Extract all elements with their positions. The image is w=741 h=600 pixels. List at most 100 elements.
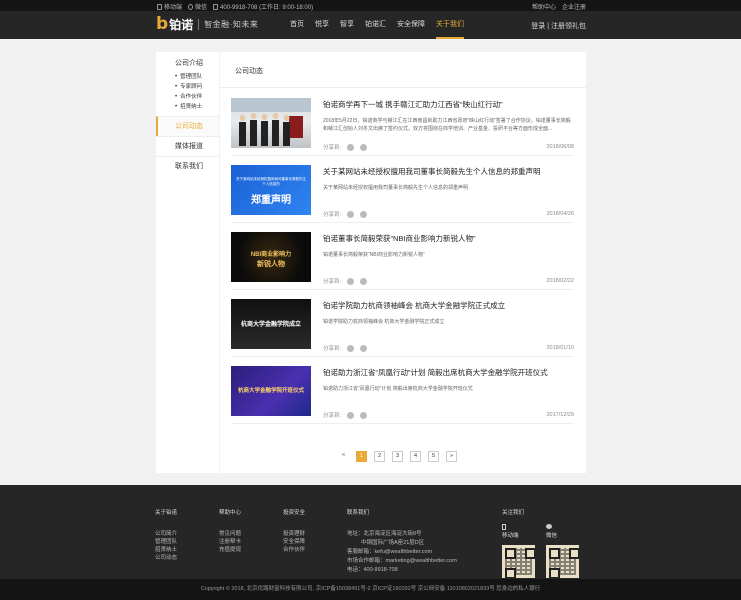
share-row: 分享到: <box>323 344 368 352</box>
qr-wechat-label: 微信 <box>546 524 590 539</box>
footer-link[interactable]: 公司动态 <box>155 554 177 562</box>
news-title[interactable]: 铂诺学院助力杭商领袖峰会 杭商大学金融学院正式成立 <box>323 300 505 311</box>
wechat-link[interactable]: 微信 <box>188 2 207 11</box>
qq-icon[interactable] <box>347 411 355 419</box>
content-panel: 公司动态 铂诺商学再下一城 携手赣江汇助力江西省“映山红行动” 2018年5月2… <box>220 52 586 473</box>
nav-zhixiang[interactable]: 智享 <box>340 11 354 39</box>
news-date: 2018/04/26 <box>546 211 574 217</box>
news-date: 2017/12/29 <box>546 412 574 418</box>
register-link[interactable]: 注册领礼包 <box>551 23 586 30</box>
nav-bonuohui[interactable]: 铂诺汇 <box>365 11 386 39</box>
news-thumbnail[interactable]: NBI商业影响力 新锐人物 <box>231 232 311 282</box>
logo-slogan: 智金融·知未来 <box>204 20 259 29</box>
qq-icon[interactable] <box>347 277 355 285</box>
pagination: « 1 2 3 4 5 » <box>338 451 457 462</box>
news-item: 铂诺商学再下一城 携手赣江汇助力江西省“映山红行动” 2018年5月22日，铂诺… <box>231 89 574 156</box>
weibo-icon[interactable] <box>360 344 368 352</box>
footer-link[interactable]: 招贤纳士 <box>155 546 177 554</box>
news-title[interactable]: 铂诺董事长简毅荣获“NBI商业影响力新锐人物” <box>323 233 476 244</box>
footer-link[interactable]: 安全保障 <box>283 538 305 546</box>
share-row: 分享到: <box>323 411 368 419</box>
sidebar-sub-partners[interactable]: 合作伙伴 <box>175 92 219 102</box>
news-title[interactable]: 铂诺助力浙江省“凤凰行动”计划 简毅出席杭商大学金融学院开班仪式 <box>323 367 548 378</box>
sidebar-item-media[interactable]: 媒体报道 <box>156 136 219 156</box>
footer-link[interactable]: 管理团队 <box>155 538 177 546</box>
enterprise-register-link[interactable]: 企业注册 <box>562 2 586 11</box>
news-desc: 铂诺学院助力杭商领袖峰会 杭商大学金融学院正式成立 <box>323 319 445 325</box>
page-1[interactable]: 1 <box>356 451 367 462</box>
logo[interactable]: b 铂诺 智金融·知未来 <box>156 16 258 33</box>
news-desc: 2018年5月22日，铂诺商学与赣江汇在江西南昌就助力江西省政府“映山红行动”签… <box>323 118 571 132</box>
sidebar-sub-list: 管理团队 专家顾问 合作伙伴 招贤纳士 <box>156 72 219 112</box>
news-title[interactable]: 关于某网站未经授权擅用我司董事长简毅先生个人信息的郑重声明 <box>323 166 541 177</box>
wechat-icon <box>188 4 194 10</box>
page-next[interactable]: » <box>446 451 457 462</box>
news-item: NBI商业影响力 新锐人物 铂诺董事长简毅荣获“NBI商业影响力新锐人物” 铂诺… <box>231 223 574 290</box>
main-nav: 首页 悦享 智享 铂诺汇 安全保障 关于我们 <box>290 11 475 39</box>
footer-about: 关于铂诺 公司简介 管理团队 招贤纳士 公司动态 <box>155 510 178 562</box>
phone-icon <box>213 4 219 10</box>
thumb-caption: 杭商大学金融学院成立 <box>240 322 301 328</box>
mobile-link[interactable]: 移动端 <box>157 2 182 11</box>
footer-link[interactable]: 充值提现 <box>219 546 241 554</box>
weibo-icon[interactable] <box>360 277 368 285</box>
footer-security: 投资安全 投资理财 安全保障 合作伙伴 <box>283 510 306 554</box>
page-5[interactable]: 5 <box>428 451 439 462</box>
news-thumbnail[interactable] <box>231 98 311 148</box>
footer-link[interactable]: 常见问题 <box>219 530 241 538</box>
qr-code-mobile <box>502 545 535 578</box>
news-date: 2018/06/08 <box>546 144 574 150</box>
phone-info: 400-9918-708 (工作日: 9:00-18:00) <box>213 2 313 11</box>
news-desc: 铂诺董事长简毅荣获“NBI商业影响力新锐人物” <box>323 252 425 258</box>
wechat-icon <box>546 524 552 529</box>
nav-yuexiang[interactable]: 悦享 <box>315 11 329 39</box>
thumb-caption: 杭商大学金融学院开班仪式 <box>237 388 304 394</box>
qq-icon[interactable] <box>347 344 355 352</box>
weibo-icon[interactable] <box>360 143 368 151</box>
sidebar-item-company-news[interactable]: 公司动态 <box>156 116 219 136</box>
copyright: Copyright © 2018, 北京优路财富科技有限公司, 京ICP备150… <box>0 579 741 600</box>
news-title[interactable]: 铂诺商学再下一城 携手赣江汇助力江西省“映山红行动” <box>323 99 503 110</box>
qq-icon[interactable] <box>347 210 355 218</box>
logo-divider <box>198 19 200 30</box>
qr-mobile-label: 移动端 <box>502 524 546 539</box>
news-desc: 铂诺助力浙江省“凤凰行动”计划 简毅出席杭商大学金融学院开班仪式 <box>323 386 473 392</box>
page-2[interactable]: 2 <box>374 451 385 462</box>
news-item: 杭商大学金融学院开班仪式 铂诺助力浙江省“凤凰行动”计划 简毅出席杭商大学金融学… <box>231 357 574 424</box>
page-4[interactable]: 4 <box>410 451 421 462</box>
footer-link[interactable]: 公司简介 <box>155 530 177 538</box>
sidebar-sub-management[interactable]: 管理团队 <box>175 72 219 82</box>
nav-about-us[interactable]: 关于我们 <box>436 11 464 39</box>
footer-link[interactable]: 合作伙伴 <box>283 546 305 554</box>
sidebar-sub-careers[interactable]: 招贤纳士 <box>175 102 219 112</box>
thumb-caption: NBI商业影响力 <box>250 252 292 258</box>
news-item: 关于某网站未经授权擅用我司董事长简毅先生个人信息的 郑重声明 关于某网站未经授权… <box>231 156 574 223</box>
page-3[interactable]: 3 <box>392 451 403 462</box>
help-center-link[interactable]: 帮助中心 <box>532 2 556 11</box>
header: b 铂诺 智金融·知未来 首页 悦享 智享 铂诺汇 安全保障 关于我们 登录 |… <box>0 11 741 39</box>
thumb-caption: 关于某网站未经授权擅用我司董事长简毅先生个人信息的 <box>236 177 306 186</box>
news-thumbnail[interactable]: 杭商大学金融学院成立 <box>231 299 311 349</box>
news-date: 2018/02/22 <box>546 278 574 284</box>
share-row: 分享到: <box>323 277 368 285</box>
share-row: 分享到: <box>323 210 368 218</box>
page-prev[interactable]: « <box>338 451 349 462</box>
news-thumbnail[interactable]: 杭商大学金融学院开班仪式 <box>231 366 311 416</box>
topbar: 移动端 微信 400-9918-708 (工作日: 9:00-18:00) 帮助… <box>0 0 741 11</box>
qr-code-wechat <box>546 545 579 578</box>
weibo-icon[interactable] <box>360 411 368 419</box>
auth-links: 登录 | 注册领礼包 <box>531 21 586 31</box>
login-link[interactable]: 登录 <box>531 23 545 30</box>
sidebar-sub-experts[interactable]: 专家顾问 <box>175 82 219 92</box>
weibo-icon[interactable] <box>360 210 368 218</box>
nav-home[interactable]: 首页 <box>290 11 304 39</box>
qq-icon[interactable] <box>347 143 355 151</box>
footer-link[interactable]: 投资理财 <box>283 530 305 538</box>
news-thumbnail[interactable]: 关于某网站未经授权擅用我司董事长简毅先生个人信息的 郑重声明 <box>231 165 311 215</box>
sidebar-item-company-intro[interactable]: 公司介绍 <box>156 52 219 70</box>
footer-link[interactable]: 注册帮卡 <box>219 538 241 546</box>
thumb-heading: 新锐人物 <box>257 261 285 268</box>
footer-help: 帮助中心 常见问题 注册帮卡 充值提现 <box>219 510 242 554</box>
nav-security[interactable]: 安全保障 <box>397 11 425 39</box>
sidebar-item-contact[interactable]: 联系我们 <box>156 156 219 176</box>
